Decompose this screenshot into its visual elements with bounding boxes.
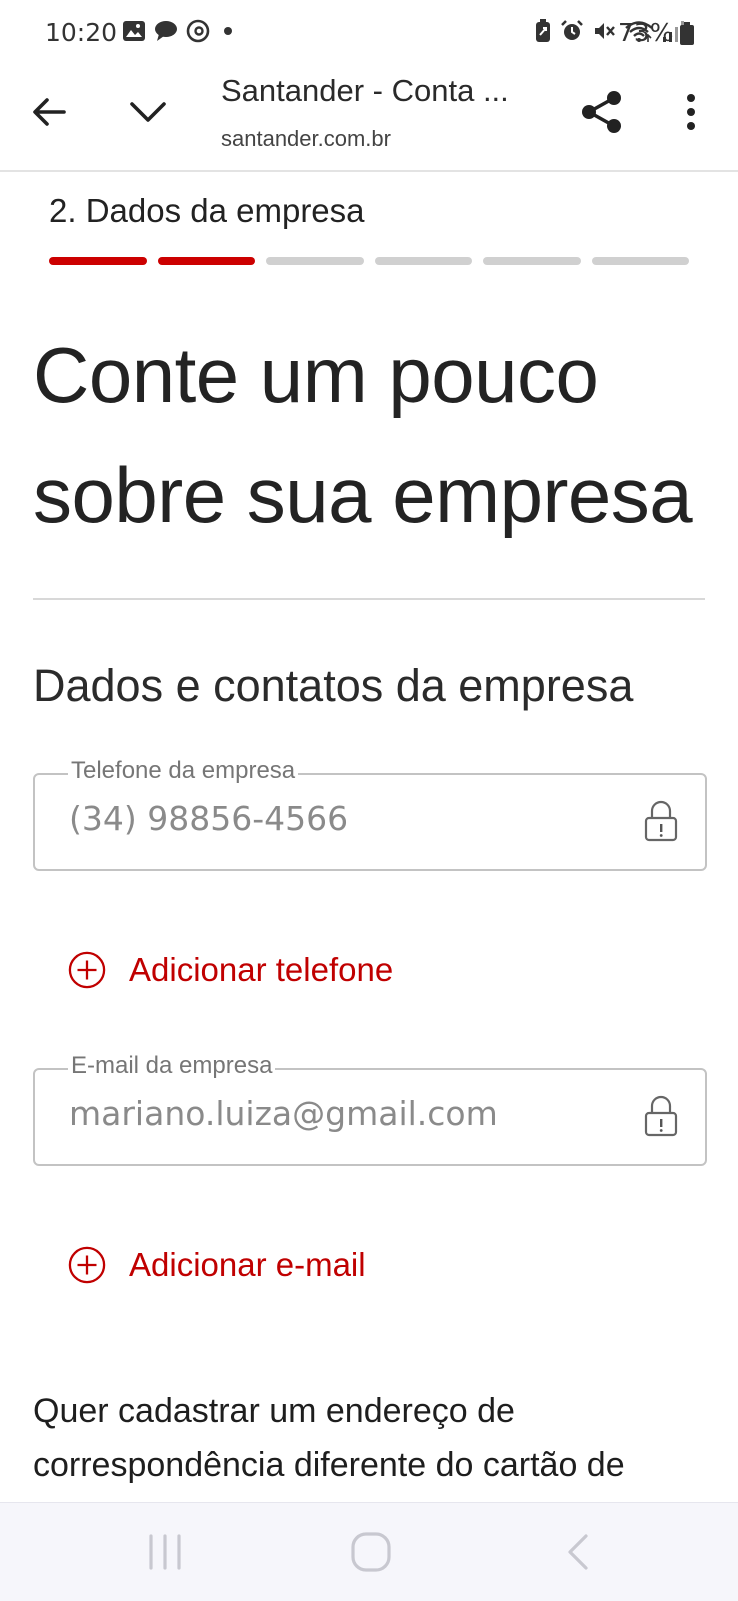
chat-bubble-icon <box>154 20 178 47</box>
progress-segment <box>266 257 364 265</box>
battery-icon <box>679 22 695 51</box>
email-field[interactable]: E-mail da empresa <box>33 1052 707 1166</box>
back-arrow-icon <box>33 98 66 126</box>
more-vertical-icon <box>687 94 695 130</box>
notification-icons <box>122 19 238 48</box>
share-icon <box>582 91 621 133</box>
email-input[interactable] <box>69 1094 589 1133</box>
add-phone-button[interactable]: Adicionar telefone <box>68 951 393 989</box>
lock-icon <box>643 1094 679 1143</box>
lock-icon <box>643 799 679 848</box>
step-progress <box>49 257 689 265</box>
browser-toolbar: Santander - Conta ... santander.com.br <box>0 68 738 172</box>
progress-segment <box>157 257 255 265</box>
phone-field-label: Telefone da empresa <box>68 757 299 785</box>
plus-circle-icon <box>68 951 106 989</box>
progress-segment <box>49 257 147 265</box>
system-nav-bar <box>0 1502 738 1601</box>
battery-percent: 73% <box>618 18 674 47</box>
alarm-icon <box>560 19 584 48</box>
battery-saver-icon <box>534 19 552 48</box>
back-button[interactable] <box>20 82 80 142</box>
system-back-button[interactable] <box>553 1529 603 1575</box>
phone-input[interactable] <box>69 799 589 838</box>
recent-apps-icon <box>149 1534 181 1570</box>
threads-icon <box>186 19 210 48</box>
share-button[interactable] <box>572 82 632 142</box>
page-heading: Conte um pouco sobre sua empresa <box>33 331 693 539</box>
progress-segment <box>374 257 472 265</box>
add-phone-label: Adicionar telefone <box>129 951 394 988</box>
status-time: 10:20 <box>45 18 118 47</box>
page-url[interactable]: santander.com.br <box>221 126 391 152</box>
home-icon <box>351 1532 391 1572</box>
progress-segment <box>591 257 689 265</box>
status-bar: 10:20 73% <box>0 0 738 68</box>
more-options-button[interactable] <box>661 82 721 142</box>
chevron-down-icon <box>130 102 166 122</box>
step-label: 2. Dados da empresa <box>49 192 365 229</box>
home-button[interactable] <box>346 1529 396 1575</box>
gallery-icon <box>122 20 146 47</box>
progress-segment <box>483 257 581 265</box>
email-field-label: E-mail da empresa <box>68 1052 276 1080</box>
add-email-button[interactable]: Adicionar e-mail <box>68 1246 366 1284</box>
divider <box>33 598 705 600</box>
page-title[interactable]: Santander - Conta ... <box>221 73 509 109</box>
plus-circle-icon <box>68 1246 106 1284</box>
dot-icon <box>218 21 238 46</box>
collapse-button[interactable] <box>118 82 178 142</box>
back-chevron-icon <box>568 1534 588 1570</box>
phone-field[interactable]: Telefone da empresa <box>33 757 707 871</box>
recent-apps-button[interactable] <box>140 1529 190 1575</box>
mute-icon <box>592 19 616 48</box>
add-email-label: Adicionar e-mail <box>129 1246 366 1283</box>
section-title: Dados e contatos da empresa <box>33 660 634 711</box>
